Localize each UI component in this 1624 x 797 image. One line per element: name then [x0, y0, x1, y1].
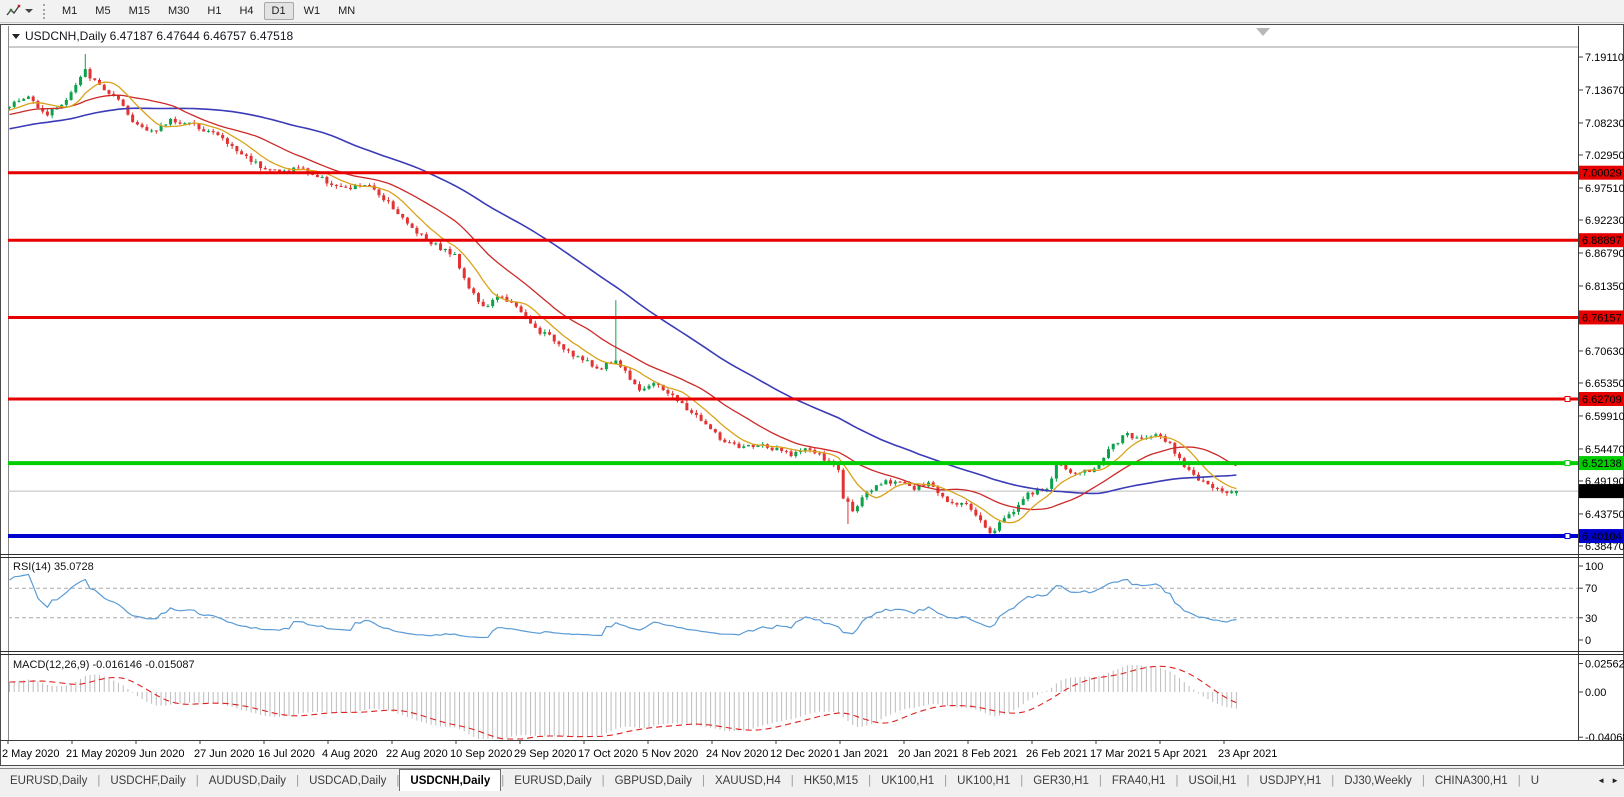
svg-text:5 Nov 2020: 5 Nov 2020 [642, 748, 698, 760]
tab-usoil-h1[interactable]: USOil,H1 [1179, 769, 1247, 792]
tab-usdjpy-h1[interactable]: USDJPY,H1 [1249, 769, 1331, 792]
timeframe-button-d1[interactable]: D1 [264, 2, 294, 20]
timeframe-button-m1[interactable]: M1 [54, 2, 85, 20]
svg-text:7.08230: 7.08230 [1585, 118, 1624, 130]
tab-ger30-h1[interactable]: GER30,H1 [1023, 769, 1099, 792]
svg-text:21 May 2020: 21 May 2020 [66, 748, 130, 760]
chart-canvas[interactable]: 7.19110 7.13670 7.08230 7.02950 6.97510 6.922… [0, 0, 1624, 797]
timeframe-button-h4[interactable]: H4 [231, 2, 261, 20]
tab-xauusd-h4[interactable]: XAUUSD,H4 [705, 769, 791, 792]
tab-dj30-weekly[interactable]: DJ30,Weekly [1334, 769, 1422, 792]
tab-gbpusd-daily[interactable]: GBPUSD,Daily [605, 769, 702, 792]
svg-text:8 Feb 2021: 8 Feb 2021 [962, 748, 1018, 760]
timeframe-button-m30[interactable]: M30 [160, 2, 197, 20]
svg-text:24 Nov 2020: 24 Nov 2020 [706, 748, 768, 760]
tab-eurusd-daily[interactable]: EURUSD,Daily [504, 769, 601, 792]
svg-text:6.43750: 6.43750 [1585, 509, 1624, 521]
svg-text:17 Mar 2021: 17 Mar 2021 [1090, 748, 1152, 760]
svg-text:7.19110: 7.19110 [1585, 52, 1624, 64]
toolbar-grip[interactable] [43, 4, 45, 19]
svg-text:23 Apr 2021: 23 Apr 2021 [1218, 748, 1277, 760]
macd-indicator-label: MACD(12,26,9) -0.016146 -0.015087 [13, 659, 195, 671]
tab-scroll-right-icon[interactable]: ► [1611, 776, 1619, 785]
chart-title-text: USDCNH,Daily 6.47187 6.47644 6.46757 6.4… [25, 29, 293, 43]
svg-text:100: 100 [1585, 561, 1603, 573]
timeframe-button-m15[interactable]: M15 [121, 2, 158, 20]
svg-text:16 Jul 2020: 16 Jul 2020 [258, 748, 315, 760]
timeframe-button-h1[interactable]: H1 [199, 2, 229, 20]
hline-handle[interactable] [1565, 534, 1570, 539]
tab-usdchf-daily[interactable]: USDCHF,Daily [100, 769, 195, 792]
tab-china300-h1[interactable]: CHINA300,H1 [1425, 769, 1518, 792]
svg-text:5 Apr 2021: 5 Apr 2021 [1154, 748, 1207, 760]
tab-uk100-h1[interactable]: UK100,H1 [871, 769, 944, 792]
svg-text:12 Dec 2020: 12 Dec 2020 [770, 748, 832, 760]
svg-text:6.65350: 6.65350 [1585, 378, 1624, 390]
svg-text:6.92230: 6.92230 [1585, 215, 1624, 227]
svg-text:6.81350: 6.81350 [1585, 281, 1624, 293]
timeframe-button-mn[interactable]: MN [330, 2, 363, 20]
svg-text:1 Jan 2021: 1 Jan 2021 [834, 748, 888, 760]
tab-u[interactable]: U [1521, 769, 1549, 792]
tab-uk100-h1[interactable]: UK100,H1 [947, 769, 1020, 792]
svg-text:7.13670: 7.13670 [1585, 85, 1624, 97]
svg-text:27 Jun 2020: 27 Jun 2020 [194, 748, 255, 760]
svg-text:6.54470: 6.54470 [1585, 444, 1624, 456]
svg-text:17 Oct 2020: 17 Oct 2020 [578, 748, 638, 760]
svg-text:30: 30 [1585, 613, 1597, 625]
svg-text:7.00029: 7.00029 [1582, 168, 1622, 180]
svg-text:4 Aug 2020: 4 Aug 2020 [322, 748, 378, 760]
svg-text:6.47518: 6.47518 [1582, 486, 1622, 498]
svg-text:70: 70 [1585, 583, 1597, 595]
collapse-caret-icon [12, 34, 20, 39]
chart-tool-button[interactable] [2, 2, 37, 21]
svg-text:9 Jun 2020: 9 Jun 2020 [130, 748, 184, 760]
hline-handle[interactable] [1565, 461, 1570, 466]
tab-eurusd-daily[interactable]: EURUSD,Daily [0, 769, 97, 792]
svg-text:10 Sep 2020: 10 Sep 2020 [450, 748, 512, 760]
tab-scroll-buttons: ◄► [1594, 769, 1624, 792]
tab-fra40-h1[interactable]: FRA40,H1 [1102, 769, 1176, 792]
tab-usdcnh-daily[interactable]: USDCNH,Daily [399, 769, 501, 792]
tab-audusd-daily[interactable]: AUDUSD,Daily [199, 769, 296, 792]
tab-scroll-left-icon[interactable]: ◄ [1597, 776, 1605, 785]
svg-text:20 Jan 2021: 20 Jan 2021 [898, 748, 959, 760]
svg-text:0.00: 0.00 [1585, 687, 1606, 699]
svg-text:22 Aug 2020: 22 Aug 2020 [386, 748, 448, 760]
svg-text:6.88897: 6.88897 [1582, 235, 1622, 247]
svg-text:7.02950: 7.02950 [1585, 150, 1624, 162]
svg-text:6.86790: 6.86790 [1585, 248, 1624, 260]
timeframe-buttons: M1M5M15M30H1H4D1W1MN [53, 2, 364, 20]
svg-text:-0.040687: -0.040687 [1585, 732, 1624, 744]
svg-text:6.76157: 6.76157 [1582, 312, 1622, 324]
svg-text:6.40104: 6.40104 [1582, 531, 1622, 543]
hline-handle[interactable] [1565, 396, 1570, 401]
rsi-indicator-label: RSI(14) 35.0728 [13, 561, 94, 573]
tab-hk50-m15[interactable]: HK50,M15 [794, 769, 868, 792]
timeframe-button-w1[interactable]: W1 [296, 2, 329, 20]
bottom-strip [0, 791, 1624, 797]
tab-usdcad-daily[interactable]: USDCAD,Daily [299, 769, 396, 792]
chart-title: USDCNH,Daily 6.47187 6.47644 6.46757 6.4… [12, 29, 293, 43]
chart-tool-icon [6, 4, 21, 19]
svg-text:29 Sep 2020: 29 Sep 2020 [514, 748, 576, 760]
top-toolbar: M1M5M15M30H1H4D1W1MN [0, 0, 1624, 23]
svg-text:6.59910: 6.59910 [1585, 411, 1624, 423]
timeframe-button-m5[interactable]: M5 [87, 2, 118, 20]
dropdown-caret-icon [25, 9, 33, 13]
svg-text:26 Feb 2021: 26 Feb 2021 [1026, 748, 1088, 760]
chart-tab-bar: EURUSD,Daily|USDCHF,Daily|AUDUSD,Daily|U… [0, 768, 1624, 792]
svg-text:6.52138: 6.52138 [1582, 458, 1622, 470]
svg-text:6.70630: 6.70630 [1585, 346, 1624, 358]
svg-text:0: 0 [1585, 635, 1591, 647]
svg-text:6.62709: 6.62709 [1582, 394, 1622, 406]
svg-text:0.025623: 0.025623 [1585, 659, 1624, 671]
svg-text:2 May 2020: 2 May 2020 [2, 748, 59, 760]
svg-text:6.97510: 6.97510 [1585, 183, 1624, 195]
